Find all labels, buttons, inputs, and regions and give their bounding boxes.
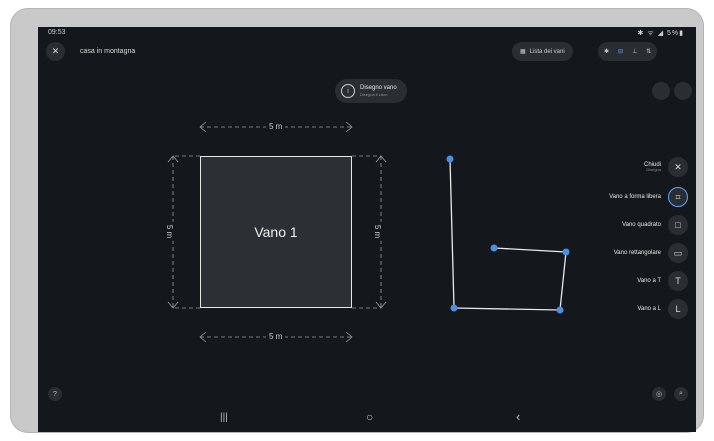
canvas[interactable]: [38, 27, 696, 432]
vertex-point[interactable]: [490, 244, 498, 252]
menu-close[interactable]: Chiudi Disegna ✕: [644, 157, 688, 177]
menu-square-label: Vano quadrato: [622, 221, 661, 228]
layers-button[interactable]: ◎: [652, 387, 666, 401]
dimension-top: 5 m: [266, 122, 286, 131]
home-icon[interactable]: ○: [366, 410, 373, 424]
layers-icon: ◎: [655, 391, 663, 398]
menu-close-sub: Disegna: [646, 167, 661, 173]
close-icon[interactable]: ✕: [668, 157, 688, 177]
room-label: Vano 1: [254, 224, 298, 240]
menu-l-room[interactable]: Vano a L L: [637, 299, 688, 319]
menu-square-room[interactable]: Vano quadrato □: [622, 215, 688, 235]
help-button[interactable]: ?: [48, 387, 62, 401]
square-icon[interactable]: □: [668, 215, 688, 235]
l-shape-icon[interactable]: L: [668, 299, 688, 319]
recents-icon[interactable]: |||: [220, 412, 228, 423]
rectangle-icon[interactable]: ▭: [668, 243, 688, 263]
vertex-point[interactable]: [556, 306, 564, 314]
menu-l-label: Vano a L: [637, 305, 661, 312]
freeform-icon[interactable]: ⌗: [668, 187, 688, 207]
menu-rectangle-label: Vano rettangolare: [613, 249, 661, 256]
search-icon: ⌕: [679, 390, 683, 397]
back-icon[interactable]: ‹: [516, 409, 520, 424]
dimension-right: 5 m: [373, 221, 383, 242]
tablet-frame: 09:53 ✱ ᯤ ◢ 5%▮ ✕ casa in montagna ▦ Lis…: [10, 8, 704, 433]
vertex-point[interactable]: [450, 304, 458, 312]
zoom-button[interactable]: ⌕: [674, 387, 688, 401]
help-icon: ?: [53, 390, 57, 398]
room-shape[interactable]: Vano 1: [200, 156, 352, 308]
menu-freeform-room[interactable]: Vano a forma libera ⌗: [609, 187, 688, 207]
menu-t-room[interactable]: Vano a T T: [637, 271, 688, 291]
vertex-point[interactable]: [446, 155, 454, 163]
vertex-point[interactable]: [562, 248, 570, 256]
dimension-bottom: 5 m: [266, 332, 286, 341]
screen: 09:53 ✱ ᯤ ◢ 5%▮ ✕ casa in montagna ▦ Lis…: [38, 27, 696, 432]
t-shape-icon[interactable]: T: [668, 271, 688, 291]
menu-freeform-label: Vano a forma libera: [609, 193, 661, 200]
navigation-bar: ||| ○ ‹: [38, 406, 696, 432]
freeform-shape[interactable]: [446, 155, 570, 314]
dimension-left: 5 m: [165, 221, 175, 242]
menu-t-label: Vano a T: [637, 277, 661, 284]
menu-rectangle-room[interactable]: Vano rettangolare ▭: [614, 243, 688, 263]
